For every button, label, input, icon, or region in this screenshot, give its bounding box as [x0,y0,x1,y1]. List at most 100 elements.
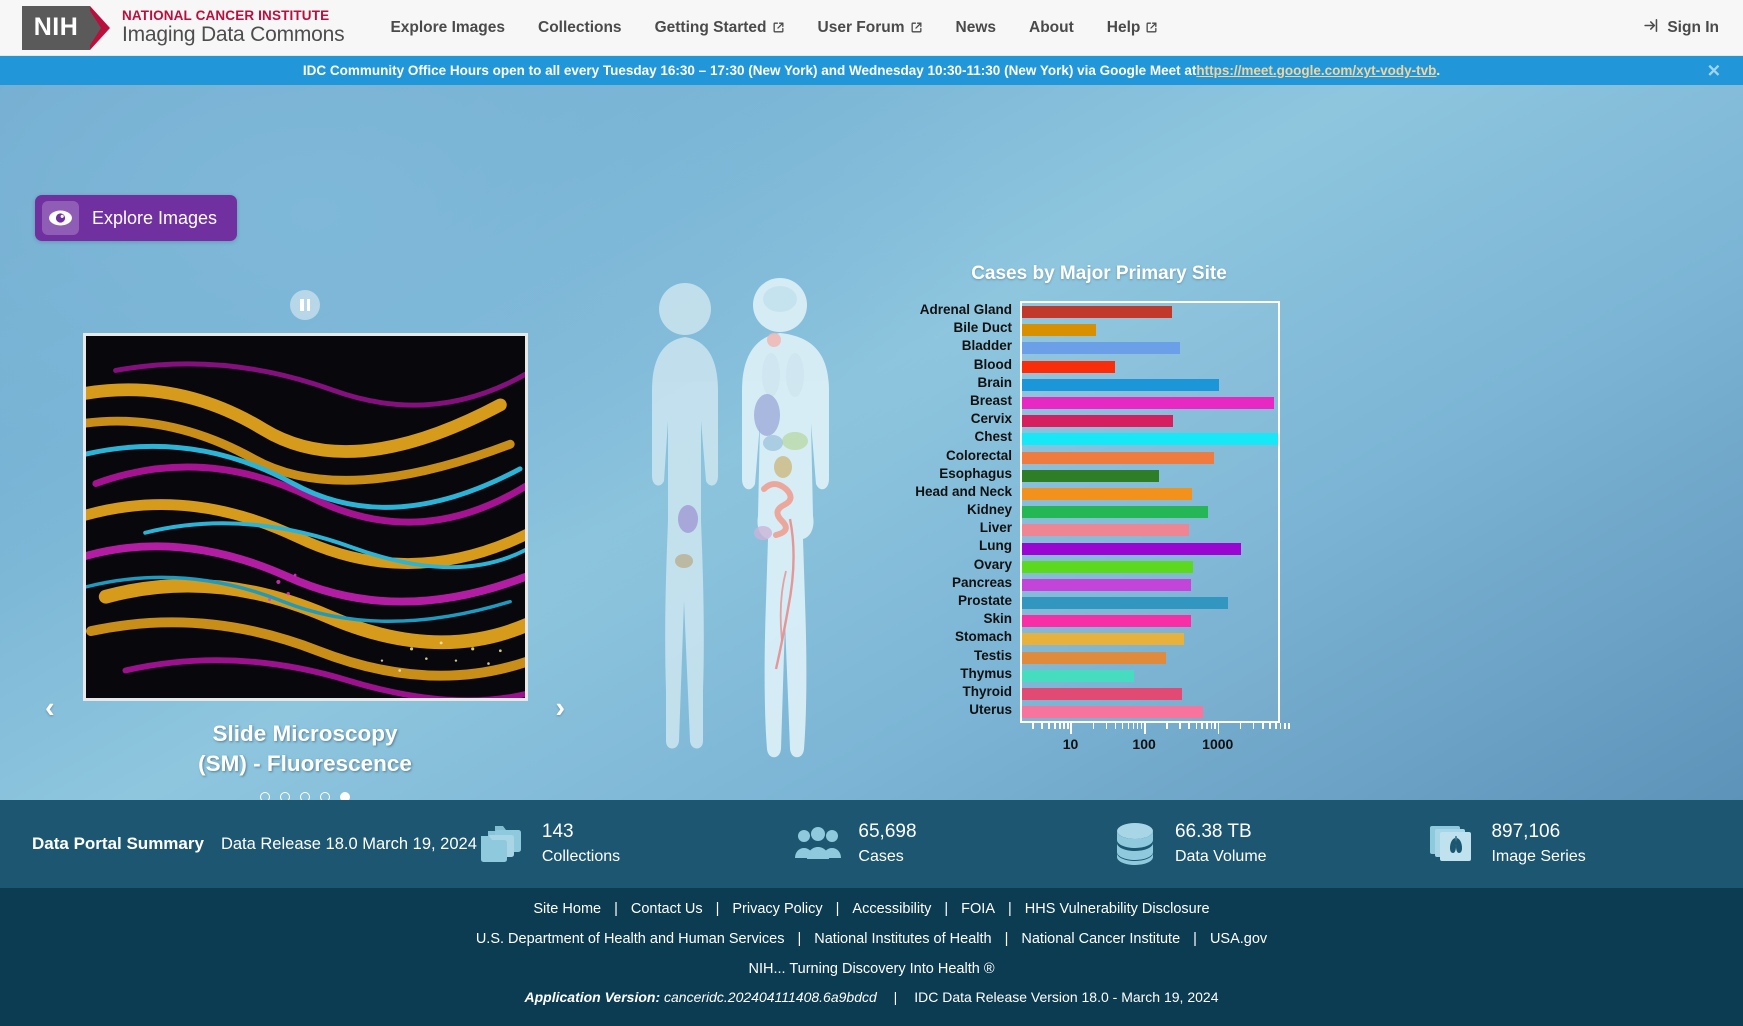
carousel-dot-4[interactable] [320,792,330,800]
nav-item-collections[interactable]: Collections [538,19,622,37]
chart-bar-row [1022,594,1278,612]
chart-bar-thymus[interactable] [1022,670,1134,682]
chart-bar-row [1022,630,1278,648]
chart-bar-uterus[interactable] [1022,706,1203,718]
stat-value: 65,698 [858,819,916,846]
chart-bar-kidney[interactable] [1022,506,1208,518]
nav-item-explore-images[interactable]: Explore Images [390,19,505,37]
axis-minor-tick [1048,723,1050,729]
footer-link-u-s-department-of-health-and-human-services[interactable]: U.S. Department of Health and Human Serv… [476,931,785,947]
axis-tick-label: 1000 [1202,736,1233,752]
chart-bar-prostate[interactable] [1022,597,1228,609]
footer-link-hhs-vulnerability-disclosure[interactable]: HHS Vulnerability Disclosure [1025,901,1210,917]
chart-label-stomach: Stomach [880,628,1020,646]
footer-links-row-2: U.S. Department of Health and Human Serv… [0,931,1743,947]
chart-bar-bile-duct[interactable] [1022,324,1096,336]
chart-bar-chest[interactable] [1022,433,1278,445]
carousel-next-button[interactable]: › [555,692,565,725]
chart-bar-breast[interactable] [1022,397,1274,409]
axis-minor-tick [1166,723,1168,729]
chart-bar-lung[interactable] [1022,543,1241,555]
chart-bar-thyroid[interactable] [1022,688,1182,700]
footer-link-foia[interactable]: FOIA [961,901,995,917]
carousel-prev-button[interactable]: ‹ [45,692,55,725]
chart-bar-bladder[interactable] [1022,342,1180,354]
nav-item-label: Collections [538,19,622,37]
axis-minor-tick [1269,723,1271,729]
stat-value: 66.38 TB [1175,819,1267,846]
site-header: NIH NATIONAL CANCER INSTITUTE Imaging Da… [0,0,1743,56]
stat-label: Cases [858,846,916,869]
axis-minor-tick [1032,723,1034,729]
axis-minor-tick [1211,723,1213,729]
chart-bar-row [1022,449,1278,467]
chart-bar-adrenal-gland[interactable] [1022,306,1172,318]
nih-logo-mark: NIH [22,6,90,50]
chart-label-esophagus: Esophagus [880,465,1020,483]
announcement-text-before: IDC Community Office Hours open to all e… [303,63,1197,78]
chart-label-pancreas: Pancreas [880,574,1020,592]
stat-label: Collections [542,846,620,869]
footer-link-site-home[interactable]: Site Home [533,901,601,917]
axis-minor-tick [1188,723,1190,729]
footer-link-privacy-policy[interactable]: Privacy Policy [732,901,822,917]
nav-item-news[interactable]: News [956,19,997,37]
sign-in-icon [1643,17,1660,39]
announcement-link[interactable]: https://meet.google.com/xyt-vody-tvb [1196,63,1436,78]
chart-bar-head-and-neck[interactable] [1022,488,1192,500]
explore-images-button[interactable]: Explore Images [35,195,237,241]
chart-label-uterus: Uterus [880,701,1020,719]
footer-link-contact-us[interactable]: Contact Us [631,901,703,917]
chart-bar-brain[interactable] [1022,379,1219,391]
chart-label-cervix: Cervix [880,410,1020,428]
nih-idc-logo[interactable]: NIH NATIONAL CANCER INSTITUTE Imaging Da… [22,6,344,50]
footer-link-usa-gov[interactable]: USA.gov [1210,931,1267,947]
axis-minor-tick [1133,723,1135,729]
chart-label-blood: Blood [880,356,1020,374]
database-icon [1110,822,1160,866]
chart-bar-row [1022,667,1278,685]
carousel-dot-2[interactable] [280,792,290,800]
chart-bar-pancreas[interactable] [1022,579,1191,591]
stat-image-series: 897,106Image Series [1426,819,1743,869]
stat-cases: 65,698Cases [793,819,1110,869]
footer-version-line: Application Version: canceridc.202404111… [0,989,1743,1005]
data-portal-summary: Data Portal Summary Data Release 18.0 Ma… [0,800,1743,888]
pause-button[interactable] [290,290,320,320]
summary-stats: 143Collections65,698Cases66.38 TBData Vo… [477,819,1743,869]
nav-item-help[interactable]: Help [1107,19,1159,37]
carousel-dot-1[interactable] [260,792,270,800]
chart-bar-blood[interactable] [1022,361,1115,373]
carousel-image-slide-microscopy[interactable] [83,333,528,701]
nav-item-about[interactable]: About [1029,19,1074,37]
footer-link-national-cancer-institute[interactable]: National Cancer Institute [1021,931,1180,947]
carousel-dot-3[interactable] [300,792,310,800]
chart-bar-colorectal[interactable] [1022,452,1214,464]
stat-collections: 143Collections [477,819,794,869]
chart-bar-skin[interactable] [1022,615,1191,627]
axis-minor-tick [1128,723,1130,729]
carousel-dot-5[interactable] [340,792,350,800]
sign-in-button[interactable]: Sign In [1643,17,1719,39]
stat-label: Data Volume [1175,846,1267,869]
chart-bar-esophagus[interactable] [1022,470,1159,482]
image-series-icon [1426,825,1476,863]
axis-minor-tick [1179,723,1181,729]
chart-bar-row [1022,339,1278,357]
footer-link-accessibility[interactable]: Accessibility [852,901,931,917]
chart-bar-ovary[interactable] [1022,561,1193,573]
axis-major-tick [1070,723,1072,734]
nav-item-user-forum[interactable]: User Forum [818,19,923,37]
chart-bar-row [1022,412,1278,430]
footer-links-row-1: Site Home|Contact Us|Privacy Policy|Acce… [0,901,1743,917]
nav-item-getting-started[interactable]: Getting Started [655,19,785,37]
chart-bar-testis[interactable] [1022,652,1166,664]
footer-link-national-institutes-of-health[interactable]: National Institutes of Health [814,931,991,947]
external-link-icon [772,21,785,34]
chart-label-liver: Liver [880,519,1020,537]
chart-bar-cervix[interactable] [1022,415,1173,427]
close-icon[interactable]: ✕ [1707,62,1721,79]
chart-bar-liver[interactable] [1022,524,1189,536]
chart-bar-stomach[interactable] [1022,633,1184,645]
chart-bar-row [1022,321,1278,339]
